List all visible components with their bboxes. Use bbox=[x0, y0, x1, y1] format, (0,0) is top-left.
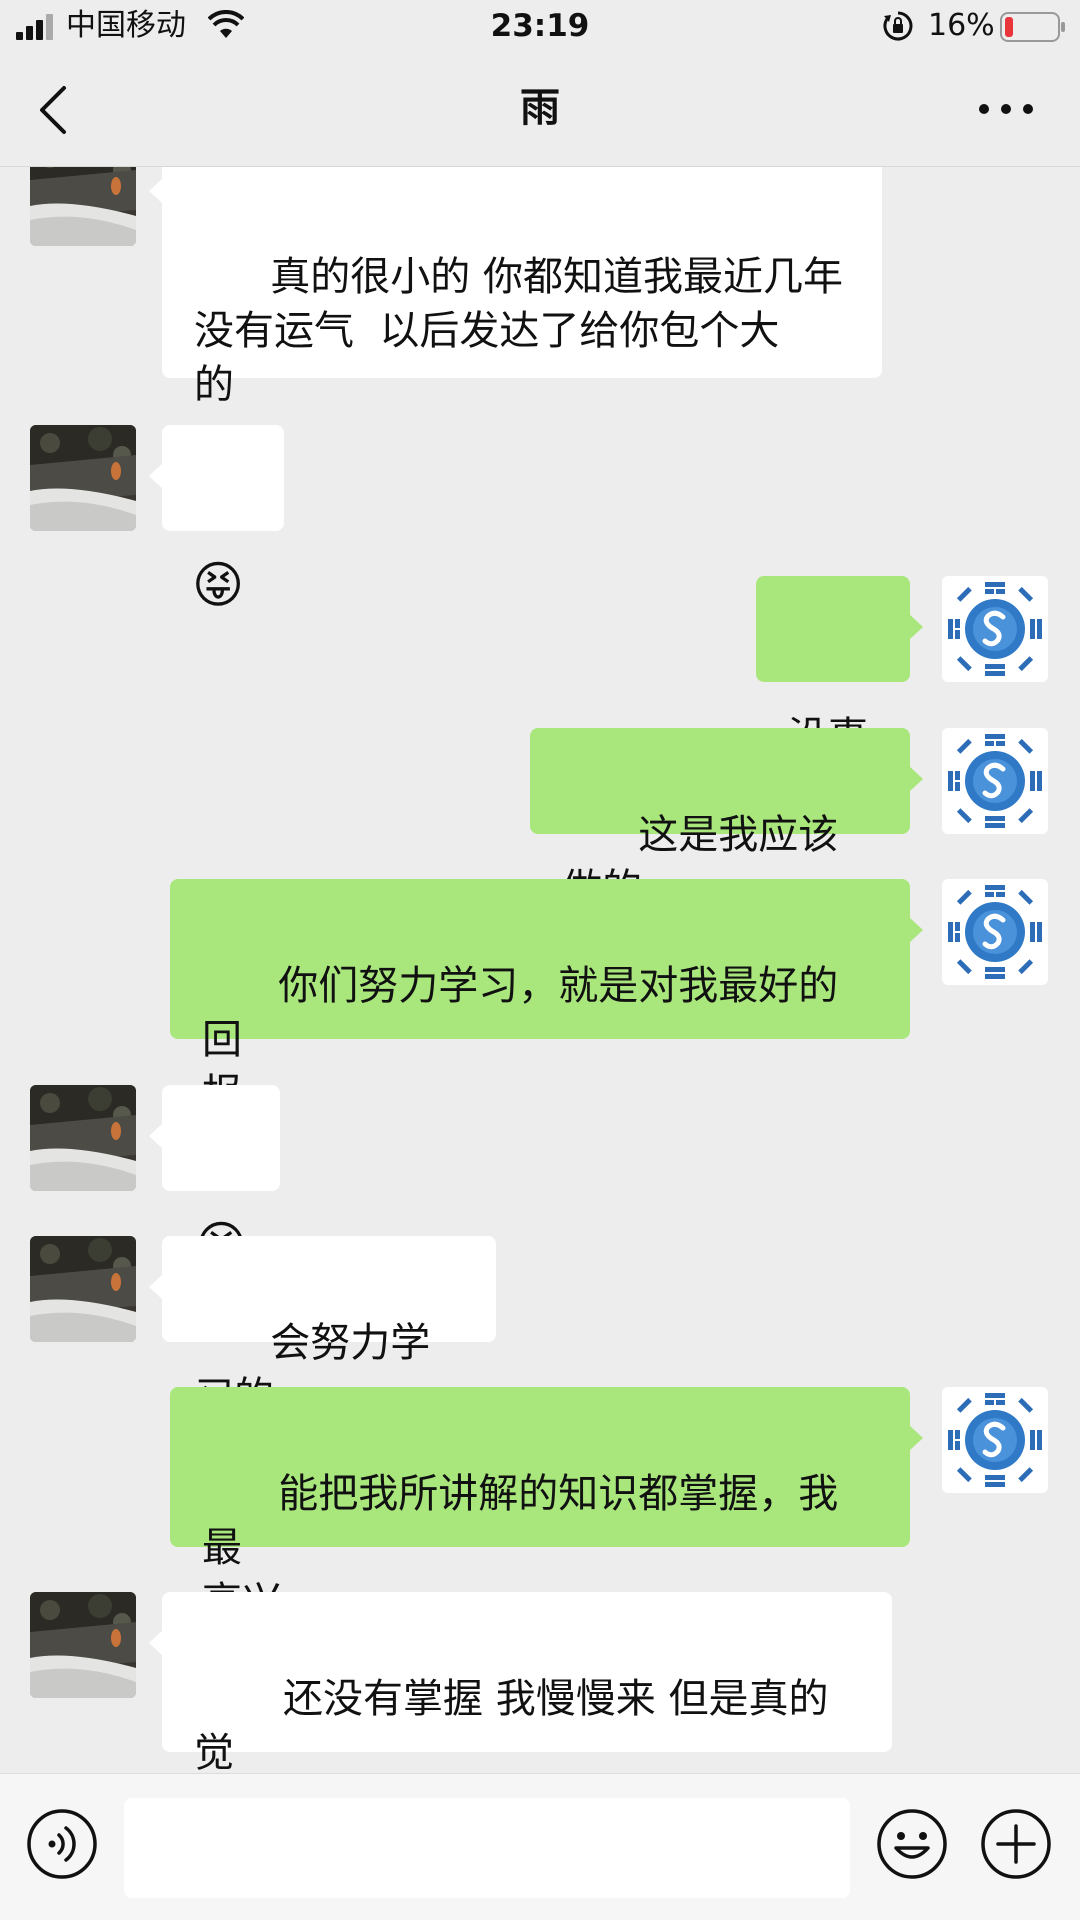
message-bubble-outgoing[interactable]: 没事 bbox=[756, 576, 923, 760]
contact-avatar[interactable] bbox=[30, 1592, 136, 1698]
voice-icon[interactable] bbox=[26, 1808, 98, 1880]
more-options-icon[interactable] bbox=[976, 94, 1036, 124]
emoji-squinting-tongue: 😝 bbox=[192, 556, 245, 614]
message-list[interactable]: 真的很小的 你都知道我最近几年 没有运气 以后发达了给你包个大 的 😝 没事 这… bbox=[0, 167, 1080, 1773]
message-bubble-incoming[interactable]: 还没有掌握 我慢慢来 但是真的觉 得老师太好了 很无私 bbox=[149, 1592, 892, 1773]
message-bubble-incoming[interactable]: 真的很小的 你都知道我最近几年 没有运气 以后发达了给你包个大 的 bbox=[149, 167, 882, 408]
my-avatar[interactable] bbox=[942, 728, 1048, 834]
my-avatar[interactable] bbox=[942, 879, 1048, 985]
battery-percent: 16% bbox=[928, 8, 995, 43]
contact-avatar[interactable] bbox=[30, 425, 136, 531]
nav-bar: 雨 bbox=[0, 54, 1080, 167]
message-text: 还没有掌握 我慢慢来 但是真的觉 得老师太好了 很无私 bbox=[194, 1676, 829, 1773]
contact-avatar[interactable] bbox=[30, 1236, 136, 1342]
message-bubble-outgoing[interactable]: 能把我所讲解的知识都掌握，我最 高兴 bbox=[170, 1387, 923, 1625]
message-text: 真的很小的 你都知道我最近几年 没有运气 以后发达了给你包个大 的 bbox=[194, 254, 844, 408]
status-bar: 中国移动 23:19 16% bbox=[0, 0, 1080, 54]
message-bubble-outgoing[interactable]: 这是我应该做的 bbox=[530, 728, 923, 912]
my-avatar[interactable] bbox=[942, 576, 1048, 682]
clock: 23:19 bbox=[490, 8, 590, 44]
input-bar bbox=[0, 1773, 1080, 1920]
plus-icon[interactable] bbox=[980, 1808, 1052, 1880]
message-text: 你们努力学习，就是对我最好的回 报 bbox=[202, 963, 839, 1117]
contact-avatar[interactable] bbox=[30, 167, 136, 246]
message-bubble-incoming[interactable]: 😝 bbox=[149, 425, 284, 614]
message-bubble-incoming[interactable]: 会努力学习的 bbox=[149, 1236, 496, 1420]
battery-icon bbox=[1000, 12, 1065, 42]
chat-title: 雨 bbox=[520, 85, 560, 131]
my-avatar[interactable] bbox=[942, 1387, 1048, 1493]
message-bubble-incoming[interactable]: 😭 bbox=[149, 1085, 280, 1274]
chat-screen: 中国移动 23:19 16% 雨 真的很小的 你都知道我最近几年 没有运气 以后… bbox=[0, 0, 1080, 1920]
message-bubble-outgoing[interactable]: 你们努力学习，就是对我最好的回 报 bbox=[170, 879, 923, 1117]
message-input[interactable] bbox=[124, 1798, 850, 1898]
smiley-icon[interactable] bbox=[876, 1808, 948, 1880]
rotation-lock-icon bbox=[883, 11, 913, 41]
contact-avatar[interactable] bbox=[30, 1085, 136, 1191]
